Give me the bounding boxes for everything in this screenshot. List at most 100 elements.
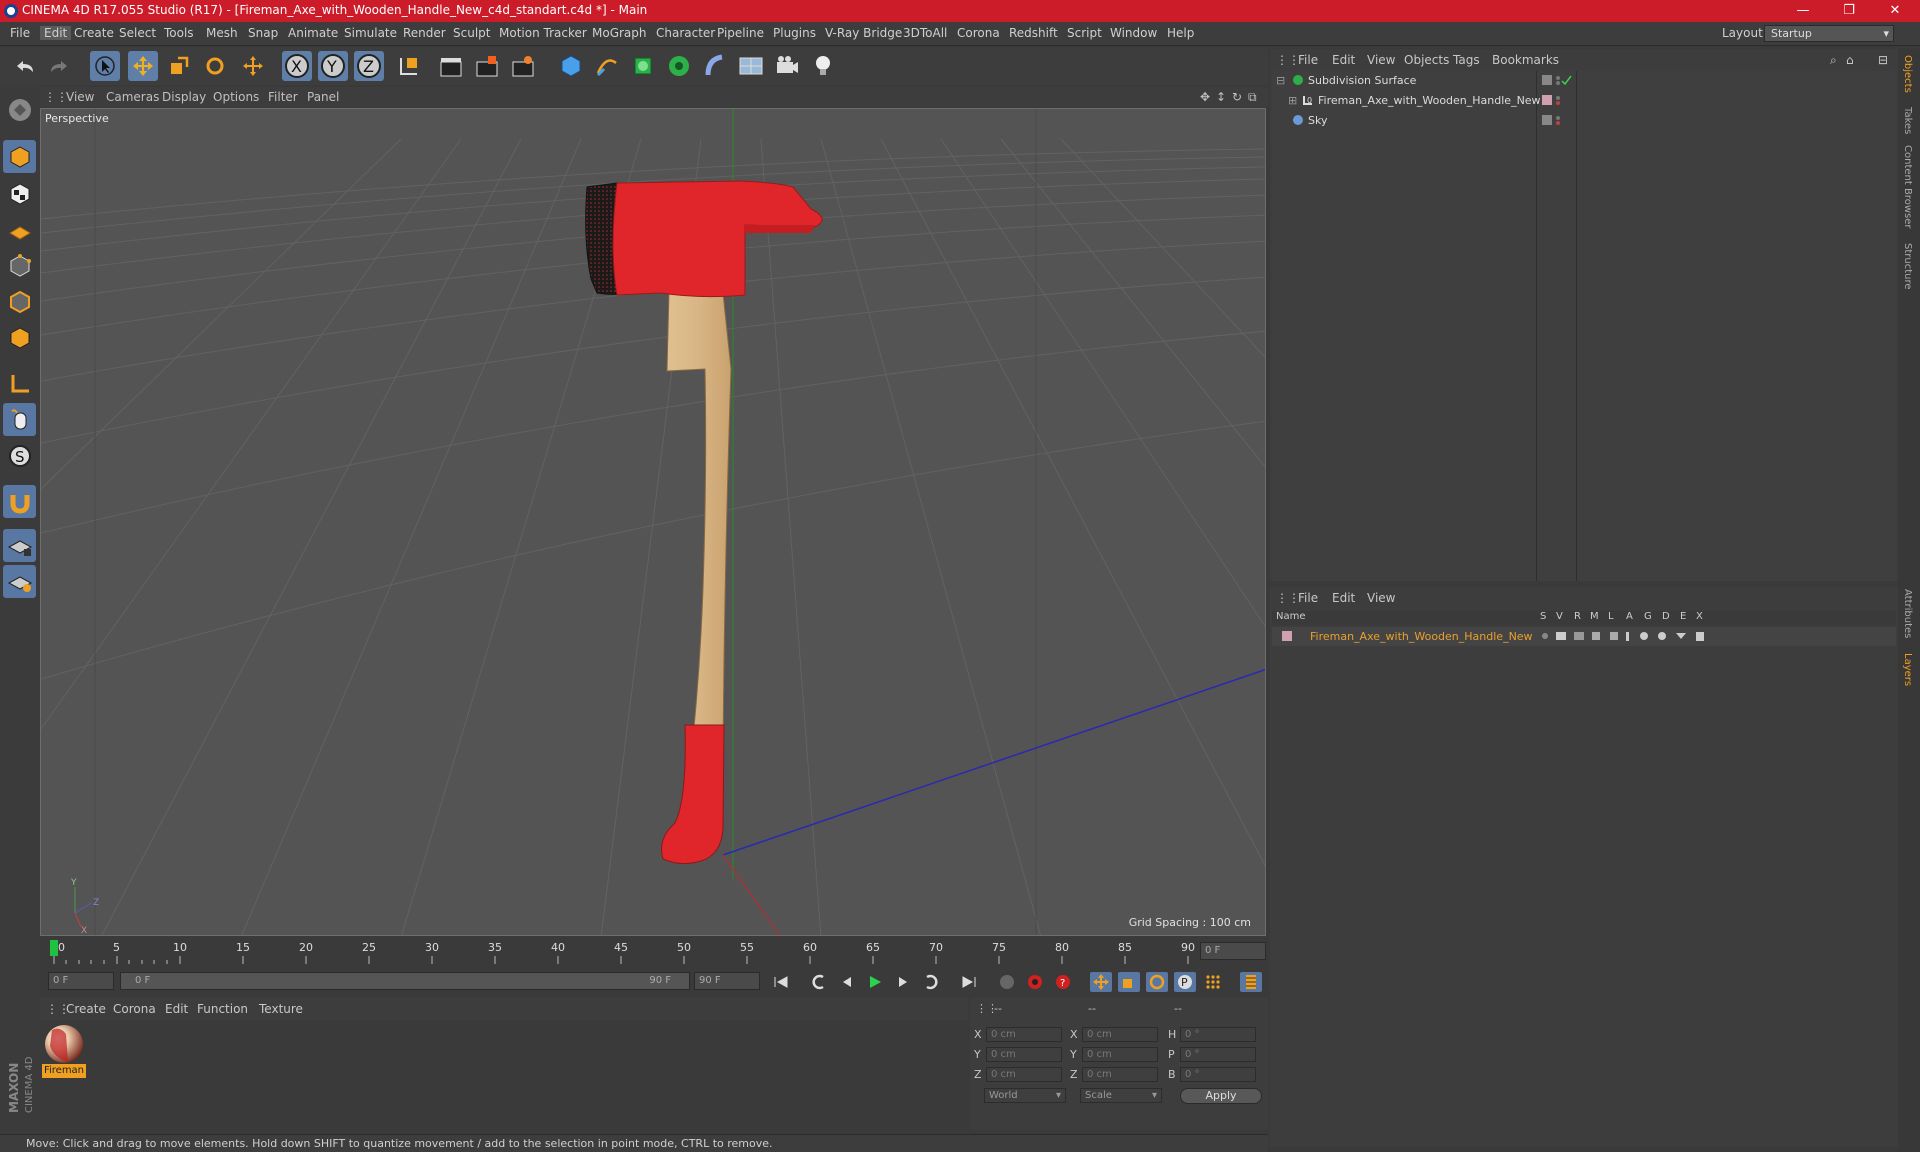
transform-tool-button[interactable] — [238, 51, 268, 81]
size-x-field[interactable]: 0 cm — [1082, 1027, 1158, 1042]
object-row[interactable]: ⊟ Subdivision Surface — [1272, 71, 1896, 90]
visibility-dots-icon[interactable] — [1542, 75, 1572, 87]
rotation-b-field[interactable]: 0 ° — [1180, 1067, 1256, 1082]
tree-collapse-icon[interactable]: ⊟ — [1276, 74, 1285, 87]
tab-attributes[interactable]: Attributes — [1902, 589, 1913, 638]
subdivision-surface-button[interactable] — [628, 51, 658, 81]
rotation-p-field[interactable]: 0 ° — [1180, 1047, 1256, 1062]
menu-file[interactable]: File — [10, 26, 30, 40]
home-icon[interactable]: ⌂ — [1846, 53, 1854, 67]
menu-edit[interactable]: Edit — [40, 26, 72, 40]
light-button[interactable] — [808, 51, 838, 81]
undo-button[interactable] — [10, 51, 40, 81]
next-key-button[interactable] — [920, 972, 942, 992]
menu-sculpt[interactable]: Sculpt — [453, 26, 490, 40]
close-button[interactable]: ✕ — [1880, 2, 1910, 20]
material-menu-create[interactable]: Create — [66, 1002, 106, 1016]
tab-objects[interactable]: Objects — [1902, 55, 1913, 93]
menu-character[interactable]: Character — [656, 26, 715, 40]
menu-animate[interactable]: Animate — [288, 26, 338, 40]
render-settings-button[interactable] — [508, 51, 538, 81]
cube-primitive-button[interactable] — [556, 51, 586, 81]
tab-structure[interactable]: Structure — [1902, 243, 1913, 290]
render-picture-viewer-button[interactable] — [472, 51, 502, 81]
coordinate-mode-dropdown[interactable]: World ▾ — [984, 1088, 1066, 1103]
previous-key-button[interactable] — [808, 972, 830, 992]
coordinate-system-button[interactable] — [394, 51, 424, 81]
viewport-menu-options[interactable]: Options — [213, 90, 259, 104]
search-icon[interactable]: ⌕ — [1830, 53, 1837, 68]
menu-render[interactable]: Render — [403, 26, 446, 40]
layer-menu-edit[interactable]: Edit — [1332, 591, 1355, 605]
menu-3dtoall[interactable]: 3DToAll — [903, 26, 947, 40]
menu-select[interactable]: Select — [119, 26, 156, 40]
frame-range-slider[interactable]: 0 F 90 F — [120, 972, 690, 990]
object-row[interactable]: ⊞ 0 Fireman_Axe_with_Wooden_Handle_New — [1272, 91, 1896, 110]
object-menu-tags[interactable]: Tags — [1453, 53, 1480, 67]
viewport-menu-display[interactable]: Display — [162, 90, 206, 104]
object-row[interactable]: Sky — [1272, 111, 1896, 130]
menu-snap[interactable]: Snap — [248, 26, 278, 40]
viewport-move-icon[interactable]: ↕ — [1216, 90, 1226, 104]
deformer-button[interactable] — [700, 51, 730, 81]
viewport-menu-panel[interactable]: Panel — [307, 90, 339, 104]
tree-expand-icon[interactable]: ⊞ — [1288, 94, 1297, 107]
axis-mode-button[interactable] — [3, 367, 36, 400]
panel-expand-icon[interactable]: ⊟ — [1878, 53, 1888, 67]
menu-create[interactable]: Create — [74, 26, 114, 40]
apply-button[interactable]: Apply — [1180, 1088, 1262, 1104]
snap-button[interactable]: S — [3, 439, 36, 472]
object-menu-bookmarks[interactable]: Bookmarks — [1492, 53, 1559, 67]
material-menu-edit[interactable]: Edit — [165, 1002, 188, 1016]
key-parameter-button[interactable]: P — [1174, 972, 1196, 992]
restore-button[interactable]: ❐ — [1834, 2, 1864, 20]
menu-mesh[interactable]: Mesh — [206, 26, 238, 40]
tab-takes[interactable]: Takes — [1902, 107, 1913, 134]
rotation-h-field[interactable]: 0 ° — [1180, 1027, 1256, 1042]
size-mode-dropdown[interactable]: Scale ▾ — [1080, 1088, 1162, 1103]
key-position-button[interactable] — [1090, 972, 1112, 992]
pen-spline-button[interactable] — [592, 51, 622, 81]
tweak-mode-button[interactable] — [3, 403, 36, 436]
material-menu-function[interactable]: Function — [197, 1002, 248, 1016]
go-to-start-button[interactable] — [770, 972, 792, 992]
material-menu-texture[interactable]: Texture — [259, 1002, 303, 1016]
go-to-end-button[interactable] — [958, 972, 980, 992]
record-keys-button[interactable] — [1024, 972, 1046, 992]
tab-layers[interactable]: Layers — [1902, 653, 1913, 686]
floor-button[interactable] — [736, 51, 766, 81]
viewport-maximize-icon[interactable]: ⧉ — [1248, 90, 1257, 105]
menu-motion-tracker[interactable]: Motion Tracker — [499, 26, 587, 40]
3d-viewport[interactable]: Y Z X Perspective Grid Spacing : 100 cm — [40, 108, 1266, 936]
edges-mode-button[interactable] — [3, 285, 36, 318]
menu-help[interactable]: Help — [1167, 26, 1194, 40]
mograph-cloner-button[interactable] — [664, 51, 694, 81]
autokey-button[interactable]: ? — [1052, 972, 1074, 992]
key-pla-button[interactable] — [1202, 972, 1224, 992]
move-tool-button[interactable] — [128, 51, 158, 81]
material-swatch[interactable]: Fireman — [42, 1024, 86, 1080]
menu-pipeline[interactable]: Pipeline — [717, 26, 764, 40]
size-z-field[interactable]: 0 cm — [1082, 1067, 1158, 1082]
minimize-button[interactable]: — — [1788, 2, 1818, 20]
previous-frame-button[interactable] — [836, 972, 858, 992]
size-y-field[interactable]: 0 cm — [1082, 1047, 1158, 1062]
end-frame-field[interactable]: 90 F — [694, 972, 760, 990]
menu-mograph[interactable]: MoGraph — [592, 26, 647, 40]
layer-color-swatch[interactable] — [1282, 631, 1292, 641]
tab-content-browser[interactable]: Content Browser — [1902, 145, 1913, 228]
object-menu-objects[interactable]: Objects — [1404, 53, 1449, 67]
redo-button[interactable] — [44, 51, 74, 81]
current-frame-field[interactable]: 0 F — [1200, 942, 1266, 960]
viewport-rotate-icon[interactable]: ↻ — [1232, 90, 1242, 104]
layer-menu-view[interactable]: View — [1367, 591, 1395, 605]
key-rotation-button[interactable] — [1146, 972, 1168, 992]
scale-tool-button[interactable] — [164, 51, 194, 81]
model-mode-button[interactable] — [3, 140, 36, 173]
magnet-button[interactable] — [3, 485, 36, 518]
position-y-field[interactable]: 0 cm — [986, 1047, 1062, 1062]
layer-menu-file[interactable]: File — [1298, 591, 1318, 605]
render-view-button[interactable] — [436, 51, 466, 81]
menu-plugins[interactable]: Plugins — [773, 26, 816, 40]
menu-window[interactable]: Window — [1110, 26, 1157, 40]
